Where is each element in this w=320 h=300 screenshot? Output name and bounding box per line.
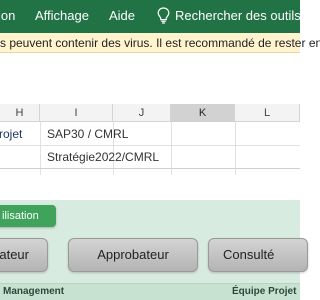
column-header-bar: H I J K L (0, 104, 300, 122)
cell-h-project[interactable]: rojet (0, 127, 22, 141)
menu-help[interactable]: Aide (109, 8, 135, 23)
column-header-j[interactable]: J (113, 104, 171, 122)
footer-label-management: Management (3, 286, 65, 297)
sheet-row: rojet SAP30 / CMRL (0, 122, 300, 146)
search-tools-input[interactable]: Rechercher des outils a (175, 8, 312, 23)
column-header-k[interactable]: K (171, 104, 235, 122)
warning-text: s peuvent contenir des virus. Il est rec… (0, 36, 320, 50)
role-button-consulte[interactable]: Consulté (208, 238, 308, 272)
menu-insert[interactable]: ion (0, 8, 15, 23)
protected-view-warning: s peuvent contenir des virus. Il est rec… (0, 33, 320, 53)
form-footer-strip: Management Équipe Projet (0, 283, 300, 300)
cell-i-sap30[interactable]: SAP30 / CMRL (47, 127, 128, 141)
sheet-row: Stratégie2022/CMRL (0, 145, 300, 169)
footer-label-equipe-projet: Équipe Projet (232, 286, 297, 297)
column-header-h[interactable]: H (0, 104, 40, 122)
column-header-l[interactable]: L (235, 104, 300, 122)
role-button-approbateur[interactable]: Approbateur (68, 238, 198, 272)
menu-view[interactable]: Affichage (35, 8, 89, 23)
utilisation-tab-button[interactable]: ilisation (0, 205, 56, 227)
ribbon-menu-bar: ion Affichage Aide Rechercher des outils… (0, 0, 312, 33)
lightbulb-icon (157, 7, 170, 24)
column-header-i[interactable]: I (40, 104, 113, 122)
role-button-initiateur[interactable]: ateur (0, 238, 48, 272)
cell-i-strategie[interactable]: Stratégie2022/CMRL (47, 150, 159, 164)
